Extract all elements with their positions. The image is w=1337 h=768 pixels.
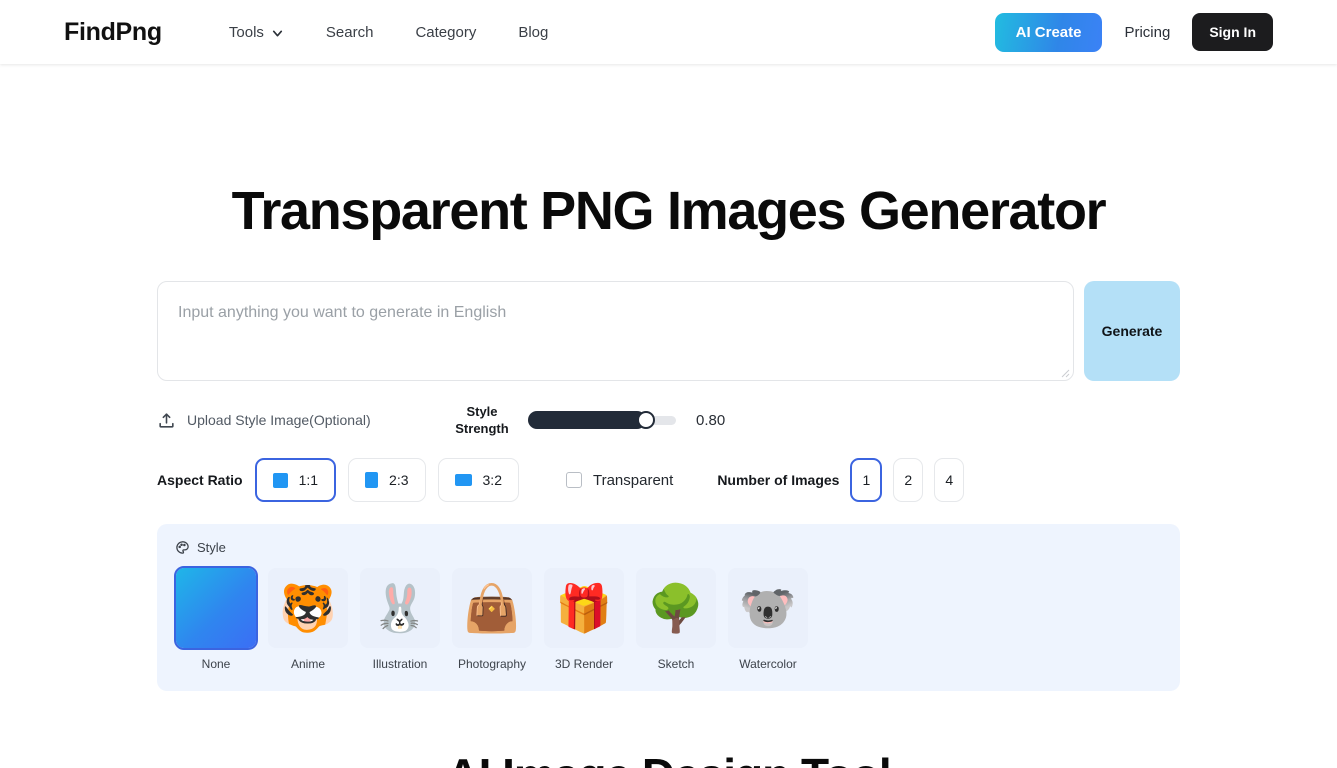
transparent-checkbox[interactable] (565, 472, 582, 489)
tile-emoji: 👜 (463, 582, 521, 635)
style-strength-slider[interactable] (528, 411, 676, 430)
tile-emoji: 🎁 (555, 582, 613, 635)
generate-button[interactable]: Generate (1084, 281, 1180, 382)
gift-box-icon: 🎁 (544, 568, 624, 649)
aspect-ratio-option-label: 2:3 (389, 472, 409, 489)
aspect-ratio-landscape-icon (454, 474, 472, 487)
main-nav: Tools Search Category Blog (208, 16, 569, 49)
number-of-images-option-2[interactable]: 2 (893, 458, 924, 503)
slider-fill (528, 411, 647, 430)
style-tile-illustration[interactable]: 🐰 Illustration (359, 568, 441, 671)
main-content: Transparent PNG Images Generator Input a… (0, 64, 1337, 768)
style-panel-label: Style (197, 540, 226, 556)
sign-in-button[interactable]: Sign In (1192, 13, 1273, 51)
style-tile-label: Anime (290, 657, 325, 672)
aspect-ratio-option-1-1[interactable]: 1:1 (254, 458, 337, 503)
style-tile-3d-render[interactable]: 🎁 3D Render (543, 568, 625, 671)
style-panel-header: Style (175, 540, 1162, 555)
upload-and-strength-row: Upload Style Image(Optional) Style Stren… (157, 404, 1180, 436)
style-tile-photography[interactable]: 👜 Photography (451, 568, 533, 671)
prompt-placeholder: Input anything you want to generate in E… (178, 304, 507, 322)
upload-style-image-label: Upload Style Image(Optional) (187, 412, 371, 429)
site-header: FindPng Tools Search Category Blog AI Cr… (0, 0, 1337, 64)
aspect-ratio-label: Aspect Ratio (157, 472, 243, 489)
number-of-images-option-1[interactable]: 1 (850, 458, 883, 503)
pricing-link[interactable]: Pricing (1102, 14, 1192, 51)
aspect-ratio-option-3-2[interactable]: 3:2 (437, 458, 519, 503)
style-tiles: None 🐯 Anime 🐰 Illustration 👜 Photograph… (174, 566, 1162, 672)
tile-emoji: 🐯 (279, 582, 337, 635)
nav-item-category[interactable]: Category (394, 16, 497, 49)
chevron-down-icon (271, 27, 284, 40)
transparent-checkbox-group[interactable]: Transparent (565, 471, 674, 489)
aspect-ratio-square-icon (272, 472, 288, 488)
style-tile-label: Illustration (372, 657, 428, 672)
number-of-images-option-4[interactable]: 4 (934, 458, 965, 503)
tile-emoji: 🐰 (371, 582, 429, 635)
nav-item-blog[interactable]: Blog (497, 16, 569, 49)
style-strength-label: Style Strength (455, 403, 509, 437)
gradient-swatch-icon (174, 566, 258, 651)
rabbit-character-icon: 🐰 (360, 568, 440, 649)
style-tile-watercolor[interactable]: 🐨 Watercolor (727, 568, 809, 671)
prompt-row: Input anything you want to generate in E… (157, 281, 1180, 382)
header-actions: AI Create Pricing Sign In (994, 12, 1273, 52)
aspect-ratio-portrait-icon (365, 472, 379, 489)
style-tile-label: None (201, 657, 231, 672)
style-tile-label: 3D Render (554, 657, 614, 672)
aspect-ratio-option-2-3[interactable]: 2:3 (348, 458, 426, 503)
resize-handle-icon[interactable] (1058, 365, 1070, 378)
style-tile-none[interactable]: None (174, 566, 258, 672)
number-of-images-label: Number of Images (717, 472, 840, 489)
transparent-label: Transparent (592, 471, 674, 489)
page-title: Transparent PNG Images Generator (231, 181, 1107, 241)
style-strength-value: 0.80 (696, 411, 726, 429)
nav-item-label: Blog (518, 23, 549, 41)
tiger-face-icon: 🐯 (268, 568, 348, 649)
upload-style-image-button[interactable]: Upload Style Image(Optional) (157, 411, 449, 430)
bottom-section-heading: AI Image Design Tool (0, 748, 1337, 768)
ai-create-button[interactable]: AI Create (994, 12, 1103, 52)
style-tile-label: Photography (457, 657, 527, 672)
nav-item-label: Category (415, 23, 477, 41)
prompt-textarea[interactable]: Input anything you want to generate in E… (157, 281, 1074, 382)
palette-icon (175, 540, 190, 555)
koala-icon: 🐨 (728, 568, 808, 649)
tile-emoji: 🐨 (739, 582, 797, 635)
style-tile-label: Sketch (657, 657, 695, 672)
slider-thumb[interactable] (637, 411, 656, 430)
upload-icon (157, 411, 176, 430)
nav-item-tools[interactable]: Tools (208, 16, 305, 49)
handbag-icon: 👜 (452, 568, 532, 649)
nav-item-label: Search (325, 23, 374, 41)
brand-logo[interactable]: FindPng (64, 18, 162, 47)
style-tile-label: Watercolor (739, 657, 797, 672)
aspect-ratio-option-label: 3:2 (482, 472, 502, 489)
generator-panel: Input anything you want to generate in E… (157, 241, 1180, 692)
options-row: Aspect Ratio 1:1 2:3 3:2 Transparent Num… (157, 458, 1180, 503)
tile-emoji: 🌳 (647, 582, 705, 635)
tree-icon: 🌳 (636, 568, 716, 649)
style-panel: Style None 🐯 Anime 🐰 Illustration 👜 Phot… (157, 524, 1180, 692)
nav-item-search[interactable]: Search (305, 16, 395, 49)
nav-item-label: Tools (228, 23, 264, 41)
style-tile-anime[interactable]: 🐯 Anime (267, 568, 349, 671)
aspect-ratio-option-label: 1:1 (298, 472, 319, 489)
style-tile-sketch[interactable]: 🌳 Sketch (635, 568, 717, 671)
